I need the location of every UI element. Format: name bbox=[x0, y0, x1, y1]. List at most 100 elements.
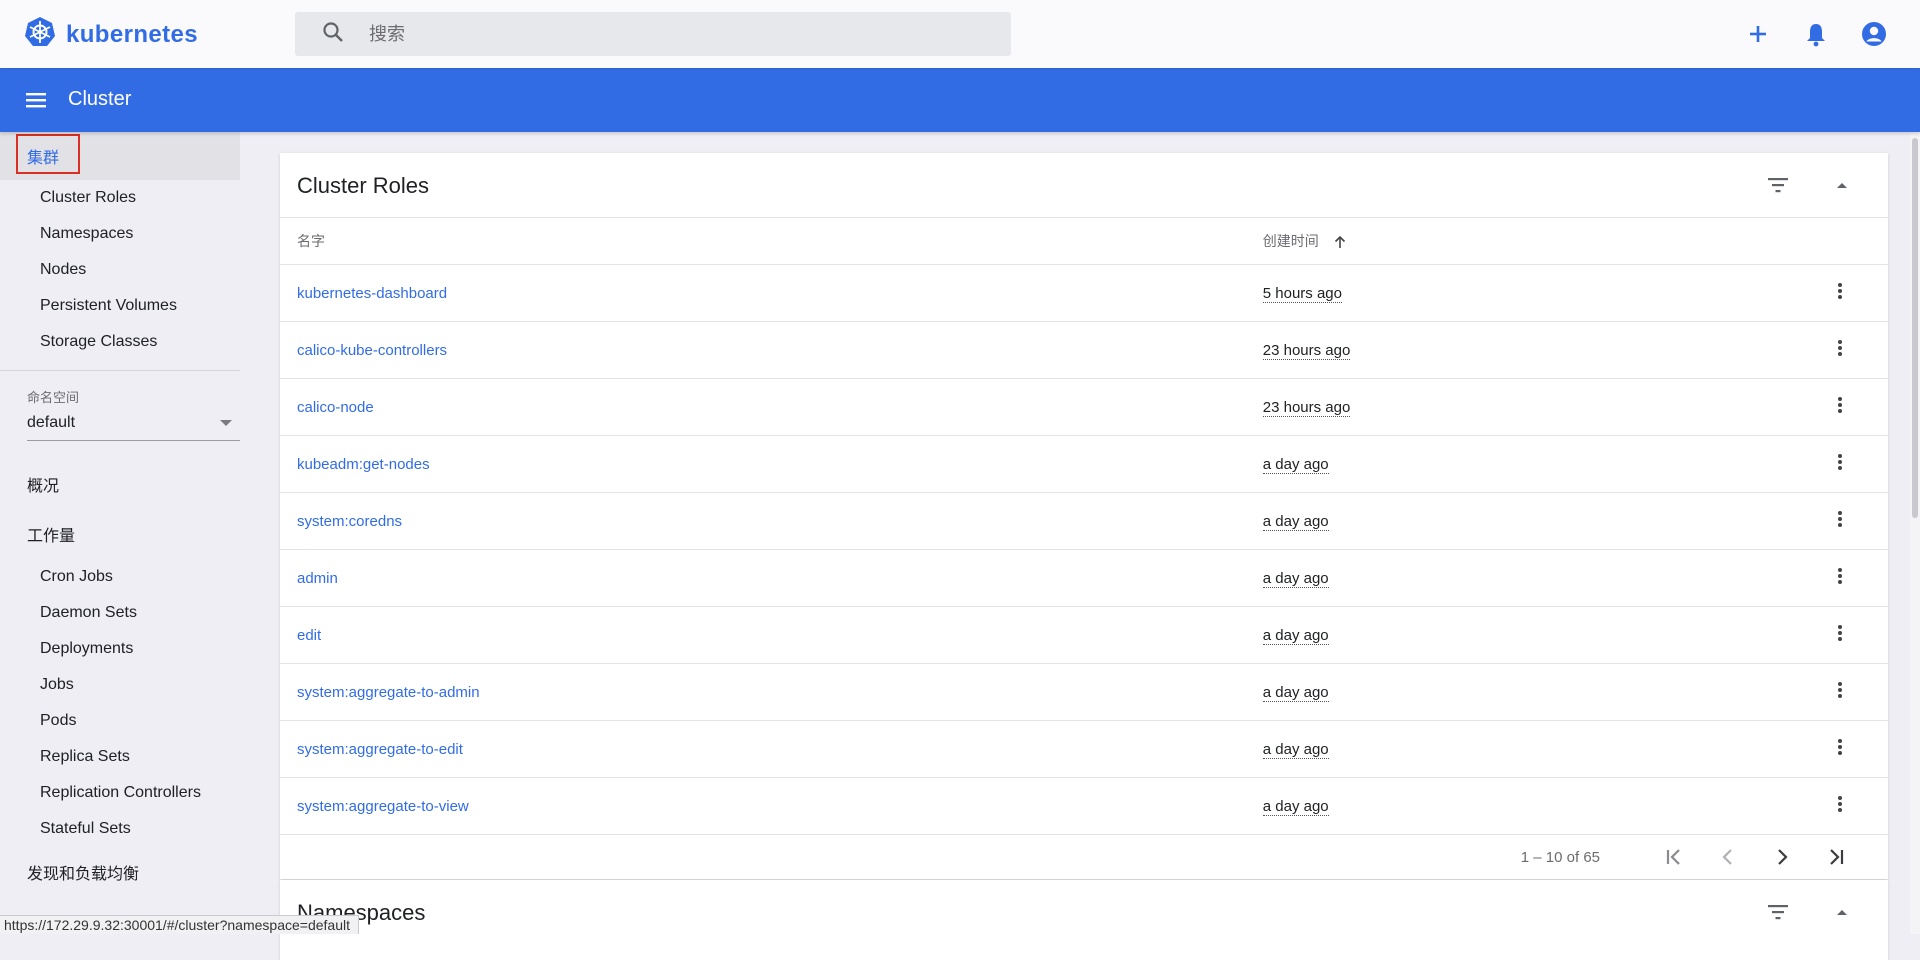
more-vert-icon[interactable] bbox=[1830, 794, 1850, 818]
sidebar-section-workloads[interactable]: 工作量 bbox=[0, 509, 240, 559]
table-row[interactable]: calico-kube-controllers 23 hours ago bbox=[280, 321, 1888, 379]
table-body: kubernetes-dashboard 5 hours ago calico-ku… bbox=[280, 264, 1888, 835]
plus-icon[interactable] bbox=[1744, 20, 1772, 48]
more-vert-icon[interactable] bbox=[1830, 680, 1850, 704]
column-header-name[interactable]: 名字 bbox=[280, 218, 1262, 265]
sidebar-item-storage-classes[interactable]: Storage Classes bbox=[0, 324, 240, 360]
sidebar-item-namespaces[interactable]: Namespaces bbox=[0, 216, 240, 252]
sidebar-item-daemon-sets[interactable]: Daemon Sets bbox=[0, 595, 240, 631]
sidebar-item-cluster-roles[interactable]: Cluster Roles bbox=[0, 180, 240, 216]
sidebar-item-replica-sets[interactable]: Replica Sets bbox=[0, 739, 240, 775]
logo[interactable]: kubernetes bbox=[24, 16, 198, 53]
cell-actions bbox=[1725, 606, 1888, 664]
more-vert-icon[interactable] bbox=[1830, 395, 1850, 419]
cluster-role-link[interactable]: calico-kube-controllers bbox=[297, 342, 447, 359]
cluster-role-link[interactable]: kubernetes-dashboard bbox=[297, 285, 447, 302]
status-bar-url: https://172.29.9.32:30001/#/cluster?name… bbox=[0, 915, 359, 934]
more-vert-icon[interactable] bbox=[1830, 737, 1850, 761]
card-title: Cluster Roles bbox=[297, 173, 430, 198]
search-bar[interactable] bbox=[295, 12, 1011, 56]
cluster-role-link[interactable]: system:aggregate-to-view bbox=[297, 798, 469, 815]
table-row[interactable]: kubernetes-dashboard 5 hours ago bbox=[280, 264, 1888, 322]
sidebar-section-cluster[interactable]: 集群 bbox=[0, 132, 240, 180]
table-row[interactable]: system:aggregate-to-view a day ago bbox=[280, 777, 1888, 835]
sidebar-item-pods[interactable]: Pods bbox=[0, 703, 240, 739]
namespaces-card-header: Namespaces bbox=[280, 880, 1888, 944]
cluster-role-link[interactable]: system:coredns bbox=[297, 513, 402, 530]
more-vert-icon[interactable] bbox=[1830, 509, 1850, 533]
card-header: Cluster Roles bbox=[280, 153, 1888, 218]
sidebar-section-discovery[interactable]: 发现和负载均衡 bbox=[0, 847, 240, 897]
created-age: 23 hours ago bbox=[1262, 398, 1351, 417]
scrollbar[interactable] bbox=[1910, 132, 1920, 934]
sidebar-item-stateful-sets[interactable]: Stateful Sets bbox=[0, 811, 240, 847]
table-row[interactable]: edit a day ago bbox=[280, 606, 1888, 664]
table-row[interactable]: system:coredns a day ago bbox=[280, 492, 1888, 550]
sidebar-item-nodes[interactable]: Nodes bbox=[0, 252, 240, 288]
cluster-roles-table: 名字 创建时间 kubernetes-dashboard 5 hours ago c… bbox=[280, 218, 1888, 835]
more-vert-icon[interactable] bbox=[1830, 623, 1850, 647]
cell-name: system:aggregate-to-view bbox=[280, 777, 1262, 835]
created-age: a day ago bbox=[1262, 797, 1329, 816]
next-page-icon[interactable] bbox=[1768, 843, 1796, 871]
collapse-icon[interactable] bbox=[1830, 173, 1854, 202]
cell-actions bbox=[1725, 549, 1888, 607]
previous-page-icon[interactable] bbox=[1714, 843, 1742, 871]
cell-created: 23 hours ago bbox=[1261, 378, 1726, 436]
top-actions bbox=[1744, 20, 1888, 48]
last-page-icon[interactable] bbox=[1822, 843, 1850, 871]
cell-actions bbox=[1725, 777, 1888, 835]
sidebar-section-overview[interactable]: 概况 bbox=[0, 459, 240, 509]
filter-icon[interactable] bbox=[1766, 173, 1790, 202]
scrollbar-thumb[interactable] bbox=[1912, 138, 1918, 518]
cell-name: kubeadm:get-nodes bbox=[280, 435, 1262, 493]
filter-icon[interactable] bbox=[1766, 900, 1790, 929]
search-input[interactable] bbox=[367, 22, 971, 46]
cluster-role-link[interactable]: calico-node bbox=[297, 399, 374, 416]
created-age: a day ago bbox=[1262, 740, 1329, 759]
more-vert-icon[interactable] bbox=[1830, 566, 1850, 590]
column-header-created[interactable]: 创建时间 bbox=[1261, 218, 1726, 265]
collapse-icon[interactable] bbox=[1830, 900, 1854, 929]
cell-created: a day ago bbox=[1261, 549, 1726, 607]
more-vert-icon[interactable] bbox=[1830, 338, 1850, 362]
cluster-role-link[interactable]: admin bbox=[297, 570, 338, 587]
cell-created: a day ago bbox=[1261, 777, 1726, 835]
cluster-role-link[interactable]: system:aggregate-to-admin bbox=[297, 684, 480, 701]
sidebar-item-replication-controllers[interactable]: Replication Controllers bbox=[0, 775, 240, 811]
bell-icon[interactable] bbox=[1802, 20, 1830, 48]
cell-created: a day ago bbox=[1261, 606, 1726, 664]
page-toolbar: Cluster bbox=[0, 68, 1920, 132]
sidebar-item-cron-jobs[interactable]: Cron Jobs bbox=[0, 559, 240, 595]
cell-name: calico-kube-controllers bbox=[280, 321, 1262, 379]
more-vert-icon[interactable] bbox=[1830, 452, 1850, 476]
page-title: Cluster bbox=[68, 88, 132, 110]
sidebar-divider bbox=[0, 370, 240, 371]
more-vert-icon[interactable] bbox=[1830, 281, 1850, 305]
menu-icon[interactable] bbox=[24, 88, 48, 117]
cell-name: calico-node bbox=[280, 378, 1262, 436]
table-row[interactable]: calico-node 23 hours ago bbox=[280, 378, 1888, 436]
table-row[interactable]: kubeadm:get-nodes a day ago bbox=[280, 435, 1888, 493]
table-row[interactable]: system:aggregate-to-admin a day ago bbox=[280, 663, 1888, 721]
table-row[interactable]: system:aggregate-to-edit a day ago bbox=[280, 720, 1888, 778]
account-icon[interactable] bbox=[1860, 20, 1888, 48]
cluster-role-link[interactable]: edit bbox=[297, 627, 321, 644]
created-age: a day ago bbox=[1262, 626, 1329, 645]
namespace-select[interactable]: default bbox=[27, 406, 240, 441]
cluster-role-link[interactable]: kubeadm:get-nodes bbox=[297, 456, 430, 473]
sidebar-item-deployments[interactable]: Deployments bbox=[0, 631, 240, 667]
cell-actions bbox=[1725, 492, 1888, 550]
kubernetes-helm-icon bbox=[24, 16, 56, 53]
cell-actions bbox=[1725, 435, 1888, 493]
first-page-icon[interactable] bbox=[1660, 843, 1688, 871]
table-row[interactable]: admin a day ago bbox=[280, 549, 1888, 607]
cell-name: system:coredns bbox=[280, 492, 1262, 550]
cluster-role-link[interactable]: system:aggregate-to-edit bbox=[297, 741, 463, 758]
card-actions bbox=[1766, 173, 1854, 202]
cell-created: a day ago bbox=[1261, 663, 1726, 721]
created-age: a day ago bbox=[1262, 512, 1329, 531]
sidebar-item-persistent-volumes[interactable]: Persistent Volumes bbox=[0, 288, 240, 324]
sidebar-item-jobs[interactable]: Jobs bbox=[0, 667, 240, 703]
cell-actions bbox=[1725, 663, 1888, 721]
